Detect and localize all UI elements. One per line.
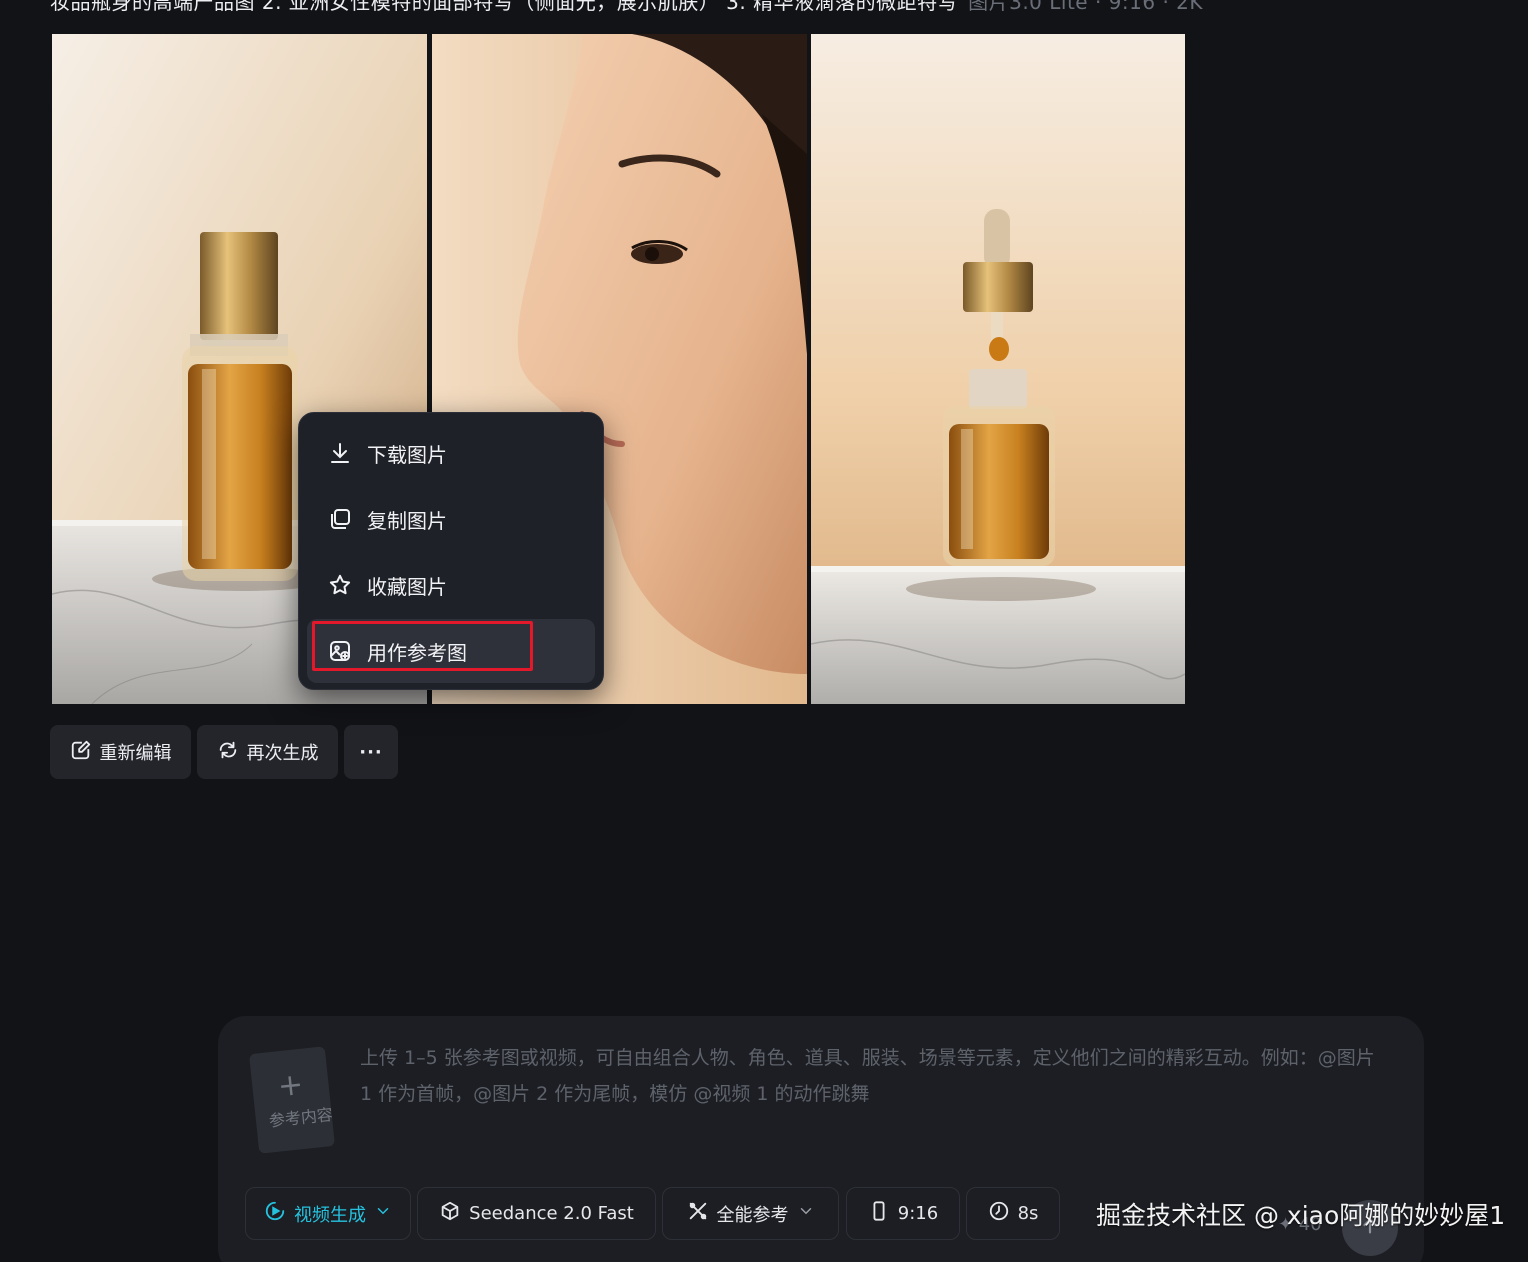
cube-icon bbox=[439, 1200, 461, 1227]
prompt-meta: 图片3.0 Lite · 9:16 · 2K bbox=[968, 0, 1203, 14]
duration-selector[interactable]: 8s bbox=[966, 1187, 1060, 1240]
edit-icon bbox=[70, 739, 92, 766]
phone-portrait-icon bbox=[868, 1200, 890, 1227]
menu-item-use-as-reference[interactable]: 用作参考图 bbox=[307, 619, 595, 683]
image-reference-icon bbox=[327, 638, 353, 664]
menu-item-label: 收藏图片 bbox=[367, 574, 447, 599]
menu-item-label: 复制图片 bbox=[367, 508, 447, 533]
prompt-text: 妆品瓶身的高端产品图 2. 亚洲女性模特的面部特写（侧面光，展示肌肤） 3. 精… bbox=[50, 0, 1203, 15]
plus-icon: + bbox=[276, 1066, 305, 1105]
regenerate-button[interactable]: 再次生成 bbox=[197, 725, 338, 779]
menu-item-label: 用作参考图 bbox=[367, 640, 467, 665]
omni-reference-icon bbox=[687, 1200, 709, 1227]
generation-mode-dropdown[interactable]: 视频生成 bbox=[245, 1187, 411, 1240]
menu-item-copy-image[interactable]: 复制图片 bbox=[307, 487, 595, 551]
reedit-button[interactable]: 重新编辑 bbox=[50, 725, 191, 779]
model-label: Seedance 2.0 Fast bbox=[469, 1203, 634, 1224]
model-selector[interactable]: Seedance 2.0 Fast bbox=[417, 1187, 656, 1240]
reference-mode-dropdown[interactable]: 全能参考 bbox=[662, 1187, 839, 1240]
menu-item-favorite-image[interactable]: 收藏图片 bbox=[307, 553, 595, 617]
reedit-label: 重新编辑 bbox=[99, 743, 172, 764]
menu-item-label: 下载图片 bbox=[367, 442, 447, 467]
duration-label: 8s bbox=[1017, 1203, 1039, 1224]
add-reference-label: 参考内容 bbox=[268, 1104, 334, 1131]
download-icon bbox=[327, 440, 353, 466]
watermark: 掘金技术社区 @ xiao阿娜的妙妙屋1 bbox=[1096, 1201, 1506, 1230]
prompt-input[interactable]: 上传 1–5 张参考图或视频，可自由组合人物、角色、道具、服装、场景等元素，定义… bbox=[360, 1040, 1390, 1112]
generated-image-3[interactable] bbox=[811, 34, 1185, 704]
star-icon bbox=[327, 572, 353, 598]
add-reference-card[interactable]: + 参考内容 bbox=[248, 1046, 336, 1154]
copy-icon bbox=[327, 506, 353, 532]
refresh-icon bbox=[217, 739, 239, 766]
aspect-ratio-selector[interactable]: 9:16 bbox=[846, 1187, 960, 1240]
reference-mode-label: 全能参考 bbox=[716, 1204, 789, 1226]
chevron-down-icon bbox=[797, 1202, 815, 1225]
video-generate-icon bbox=[264, 1200, 286, 1227]
aspect-ratio-label: 9:16 bbox=[897, 1203, 939, 1224]
generation-mode-label: 视频生成 bbox=[294, 1204, 366, 1226]
menu-item-download-image[interactable]: 下载图片 bbox=[307, 421, 595, 485]
regenerate-label: 再次生成 bbox=[246, 743, 319, 764]
more-options-button[interactable]: ··· bbox=[344, 725, 398, 779]
more-label: ··· bbox=[359, 741, 383, 763]
clock-icon bbox=[988, 1200, 1010, 1227]
image-context-menu: 下载图片 复制图片 收藏图片 用作参考图 bbox=[298, 412, 604, 690]
prompt-body: 妆品瓶身的高端产品图 2. 亚洲女性模特的面部特写（侧面光，展示肌肤） 3. 精… bbox=[50, 0, 959, 14]
chevron-down-icon bbox=[374, 1202, 392, 1225]
